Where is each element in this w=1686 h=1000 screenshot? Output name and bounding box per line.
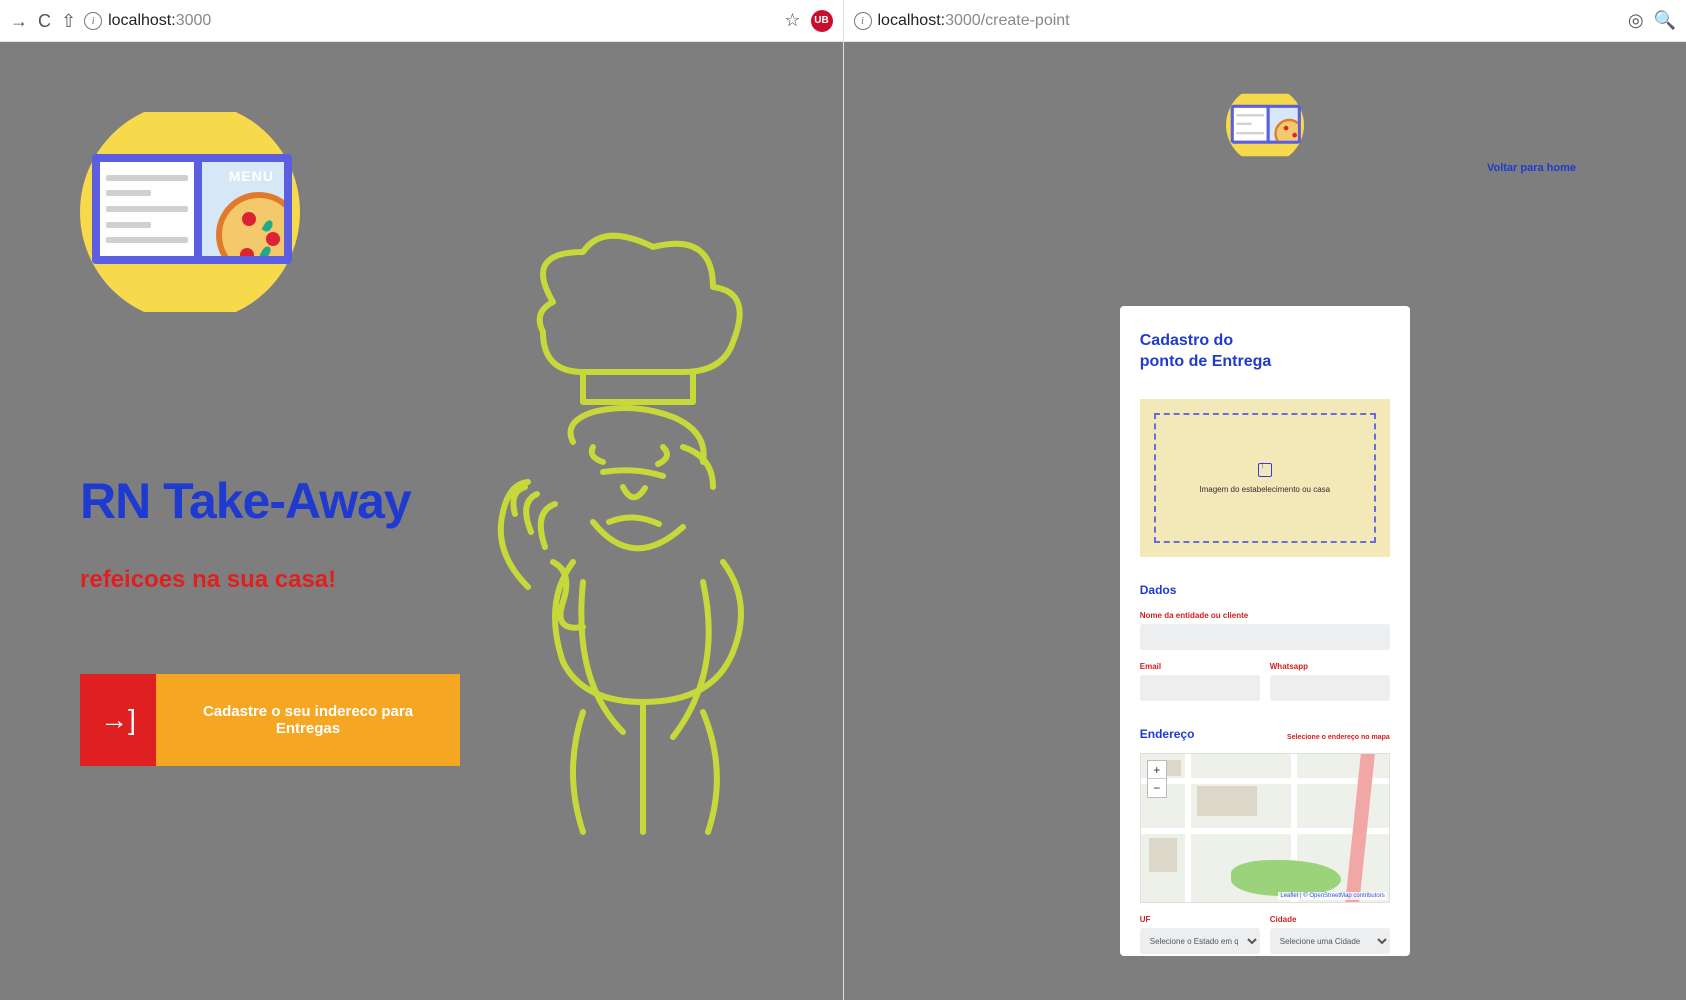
section-endereco-heading: Endereço <box>1140 727 1195 741</box>
search-icon[interactable]: 🔍 <box>1654 10 1676 31</box>
name-input[interactable] <box>1140 624 1390 650</box>
section-dados-heading: Dados <box>1140 583 1390 597</box>
url-path: /create-point <box>981 12 1070 29</box>
name-label: Nome da entidade ou cliente <box>1140 611 1390 620</box>
leaflet-map[interactable]: + − Leaflet | © OpenStreetMap contributo… <box>1140 753 1390 903</box>
uf-label: UF <box>1140 915 1260 924</box>
chef-illustration <box>433 232 813 852</box>
image-dropzone[interactable]: Imagem do estabelecimento ou casa <box>1140 399 1390 557</box>
zoom-in-button[interactable]: + <box>1148 761 1166 779</box>
email-input[interactable] <box>1140 675 1260 701</box>
left-pane: → C ⇧ i localhost:3000 ☆ UB <box>0 0 844 1000</box>
url-host: localhost: <box>108 12 176 29</box>
form-title: Cadastro do ponto de Entrega <box>1140 330 1390 373</box>
site-info-icon[interactable]: i <box>84 12 102 30</box>
site-info-icon[interactable]: i <box>854 12 872 30</box>
endereco-hint: Selecione o endereço no mapa <box>1287 734 1390 741</box>
city-select[interactable]: Selecione uma Cidade <box>1270 928 1390 954</box>
app-logo: MENU <box>80 102 300 322</box>
map-attribution: Leaflet | © OpenStreetMap contributors <box>1278 892 1386 900</box>
pizza-icon <box>216 192 284 256</box>
whatsapp-input[interactable] <box>1270 675 1390 701</box>
create-point-form: Cadastro do ponto de Entrega Imagem do e… <box>1120 306 1410 956</box>
url-port: 3000 <box>176 12 212 29</box>
city-label: Cidade <box>1270 915 1390 924</box>
menu-label: MENU <box>229 168 274 184</box>
url-port: 3000 <box>945 12 981 29</box>
url-box[interactable]: i localhost:3000/create-point <box>854 12 1620 30</box>
login-arrow-icon: →] <box>80 674 156 766</box>
reload-icon[interactable]: C <box>38 12 51 30</box>
app-logo-small <box>1226 86 1304 164</box>
email-label: Email <box>1140 662 1260 671</box>
cta-label: Cadastre o seu indereco para Entregas <box>156 674 460 766</box>
bookmark-star-icon[interactable]: ☆ <box>784 10 800 31</box>
register-cta-button[interactable]: →] Cadastre o seu indereco para Entregas <box>80 674 460 766</box>
url-host: localhost: <box>878 12 946 29</box>
uf-select[interactable]: Selecione o Estado em que reside <box>1140 928 1260 954</box>
back-home-link[interactable]: Voltar para home <box>1487 162 1576 174</box>
dropzone-text: Imagem do estabelecimento ou casa <box>1199 485 1330 494</box>
address-bar-left: → C ⇧ i localhost:3000 ☆ UB <box>0 0 843 42</box>
home-icon[interactable]: ⇧ <box>61 12 76 30</box>
address-bar-right: i localhost:3000/create-point ◎ 🔍 <box>844 0 1686 42</box>
forward-icon[interactable]: → <box>10 12 28 30</box>
whatsapp-label: Whatsapp <box>1270 662 1390 671</box>
zoom-out-button[interactable]: − <box>1148 779 1166 797</box>
ublock-extension-icon[interactable]: UB <box>811 10 833 32</box>
right-pane: i localhost:3000/create-point ◎ 🔍 <box>844 0 1686 1000</box>
url-box[interactable]: i localhost:3000 <box>84 12 776 30</box>
target-icon[interactable]: ◎ <box>1628 10 1644 31</box>
upload-icon <box>1258 463 1272 477</box>
map-zoom-controls[interactable]: + − <box>1147 760 1167 798</box>
